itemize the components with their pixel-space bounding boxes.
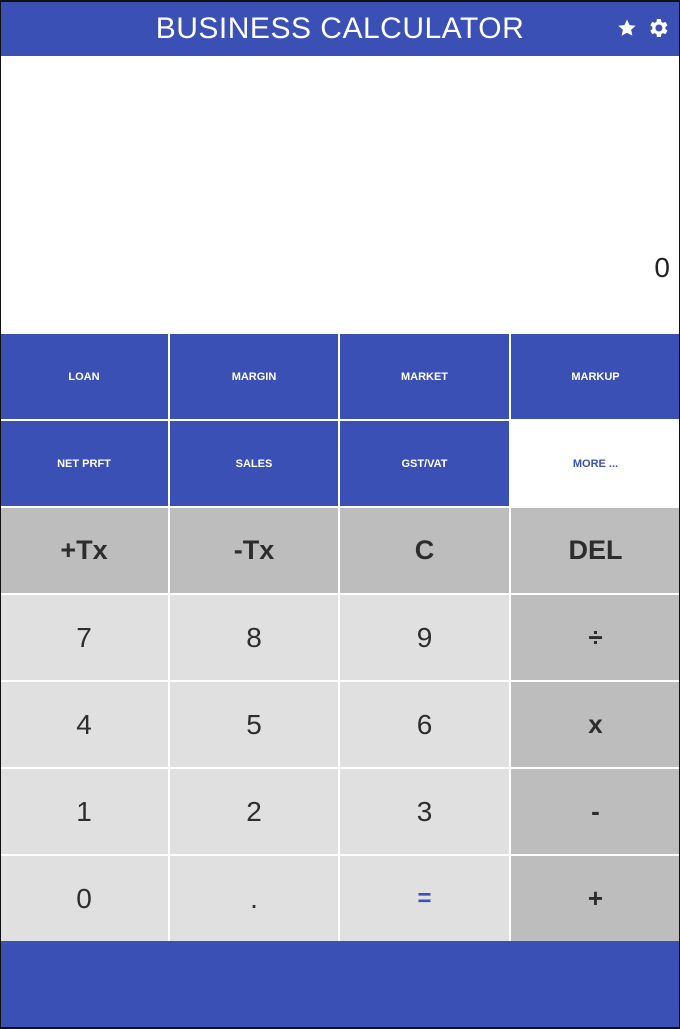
result-display: 0: [0, 56, 680, 334]
multiply-button[interactable]: x: [511, 682, 680, 769]
app-bar: BUSINESS CALCULATOR: [0, 0, 680, 56]
loan-button[interactable]: LOAN: [0, 334, 170, 421]
digit-2-button[interactable]: 2: [170, 769, 340, 856]
more-button[interactable]: MORE ...: [511, 421, 680, 508]
subtract-button[interactable]: -: [511, 769, 680, 856]
delete-button[interactable]: DEL: [511, 508, 680, 595]
add-button[interactable]: +: [511, 856, 680, 943]
gear-icon[interactable]: [646, 16, 670, 40]
decimal-button[interactable]: .: [170, 856, 340, 943]
digit-1-button[interactable]: 1: [0, 769, 170, 856]
markup-button[interactable]: MARKUP: [511, 334, 680, 421]
display-value: 0: [654, 252, 670, 283]
bottom-bar: [0, 941, 680, 1029]
digit-9-button[interactable]: 9: [340, 595, 511, 682]
key-row-top: +Tx -Tx C DEL: [0, 508, 680, 595]
digit-3-button[interactable]: 3: [340, 769, 511, 856]
digit-8-button[interactable]: 8: [170, 595, 340, 682]
digit-4-button[interactable]: 4: [0, 682, 170, 769]
app-title: BUSINESS CALCULATOR: [155, 12, 525, 45]
clear-button[interactable]: C: [340, 508, 511, 595]
margin-button[interactable]: MARGIN: [170, 334, 340, 421]
star-icon[interactable]: [615, 16, 639, 40]
key-row-0: 0 . = +: [0, 856, 680, 943]
function-row-2: NET PRFT SALES GST/VAT MORE ...: [0, 421, 680, 508]
digit-5-button[interactable]: 5: [170, 682, 340, 769]
market-button[interactable]: MARKET: [340, 334, 511, 421]
key-row-4: 4 5 6 x: [0, 682, 680, 769]
net-profit-button[interactable]: NET PRFT: [0, 421, 170, 508]
remove-tax-button[interactable]: -Tx: [170, 508, 340, 595]
equals-button[interactable]: =: [340, 856, 511, 943]
divide-button[interactable]: ÷: [511, 595, 680, 682]
key-row-7: 7 8 9 ÷: [0, 595, 680, 682]
add-tax-button[interactable]: +Tx: [0, 508, 170, 595]
function-row-1: LOAN MARGIN MARKET MARKUP: [0, 334, 680, 421]
keypad: LOAN MARGIN MARKET MARKUP NET PRFT SALES…: [0, 334, 680, 943]
digit-0-button[interactable]: 0: [0, 856, 170, 943]
digit-6-button[interactable]: 6: [340, 682, 511, 769]
key-row-1: 1 2 3 -: [0, 769, 680, 856]
digit-7-button[interactable]: 7: [0, 595, 170, 682]
sales-button[interactable]: SALES: [170, 421, 340, 508]
gst-vat-button[interactable]: GST/VAT: [340, 421, 511, 508]
